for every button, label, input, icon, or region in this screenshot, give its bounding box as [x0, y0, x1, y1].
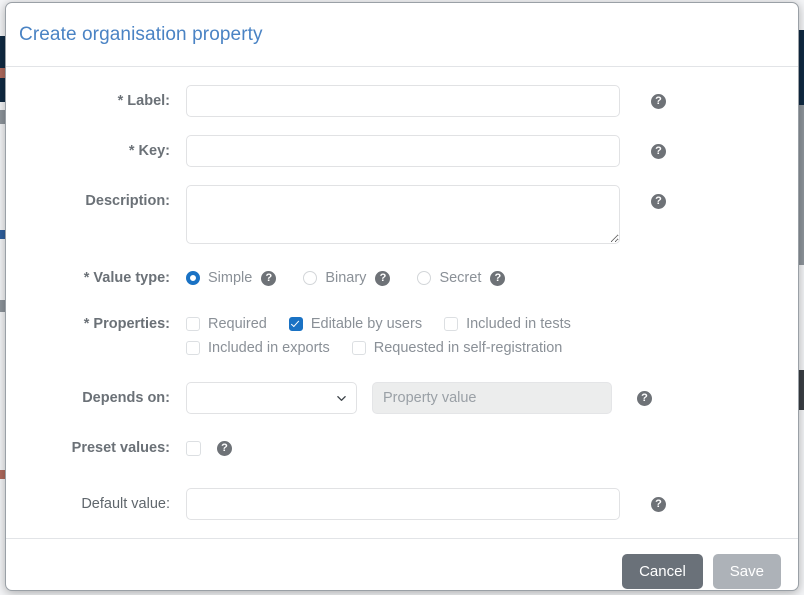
- backdrop-right-dark: [799, 370, 804, 410]
- form-row-default-value: Default value: ?: [6, 488, 798, 520]
- radio-value-type-binary[interactable]: Binary ?: [303, 262, 391, 294]
- preset-values-field-label: Preset values:: [71, 440, 170, 456]
- key-input[interactable]: [186, 135, 620, 167]
- radio-label-secret: Secret: [439, 270, 482, 286]
- checkbox-included-in-exports[interactable]: Included in exports: [186, 340, 330, 356]
- checkbox-label-included-in-exports: Included in exports: [208, 340, 330, 356]
- description-textarea[interactable]: [186, 185, 620, 244]
- properties-field-label: * Properties:: [83, 316, 170, 332]
- form-row-key: * Key: ?: [6, 135, 798, 167]
- create-organisation-property-dialog: Create organisation property * Label: ? …: [5, 2, 799, 591]
- form-row-properties: * Properties: Required Editable by users: [6, 308, 798, 360]
- radio-label-binary: Binary: [325, 270, 367, 286]
- value-type-field-control: Simple ? Binary ? Secret ?: [186, 262, 798, 294]
- checkbox-label-editable-by-users: Editable by users: [310, 316, 423, 332]
- depends-on-field-label: Depends on:: [82, 390, 170, 406]
- label-field-label: * Label:: [117, 93, 170, 109]
- form-row-value-type: * Value type: Simple ? Binary ? Secret ?: [6, 262, 798, 294]
- check-mark-included-in-tests[interactable]: [444, 317, 459, 331]
- help-icon-default-value[interactable]: ?: [651, 497, 666, 512]
- checkbox-requested-in-self-registration[interactable]: Requested in self-registration: [351, 340, 563, 356]
- default-value-field-control: ?: [186, 488, 798, 520]
- help-icon-description[interactable]: ?: [651, 194, 666, 209]
- form-row-description: Description: ?: [6, 185, 798, 244]
- value-type-field-label: * Value type:: [83, 270, 170, 286]
- cancel-button[interactable]: Cancel: [622, 554, 703, 589]
- default-value-input[interactable]: [186, 488, 620, 520]
- properties-checkbox-line-2: Included in exports Requested in self-re…: [186, 336, 593, 360]
- check-mark-preset-values[interactable]: [186, 440, 201, 456]
- description-field-label: Description:: [85, 193, 170, 209]
- checkbox-editable-by-users[interactable]: Editable by users: [288, 316, 423, 332]
- depends-on-select-wrapper: [186, 382, 357, 414]
- help-icon-depends-on[interactable]: ?: [637, 391, 652, 406]
- backdrop-right-gray: [799, 105, 804, 265]
- help-icon-key[interactable]: ?: [651, 144, 666, 159]
- checkbox-label-requested-in-self-registration: Requested in self-registration: [373, 340, 563, 356]
- checkbox-included-in-tests[interactable]: Included in tests: [444, 316, 571, 332]
- check-mark-required[interactable]: [186, 317, 200, 331]
- radio-mark-simple[interactable]: [186, 271, 200, 285]
- radio-mark-secret[interactable]: [417, 271, 432, 285]
- dialog-footer: Cancel Save: [6, 538, 798, 590]
- checkbox-label-included-in-tests: Included in tests: [466, 316, 571, 332]
- dialog-title: Create organisation property: [19, 23, 263, 45]
- preset-values-field-control: ?: [186, 432, 798, 464]
- dialog-body: * Label: ? * Key: ? Description: ? * Val…: [6, 67, 798, 538]
- check-mark-requested-in-self-registration[interactable]: [351, 341, 366, 355]
- help-icon-secret[interactable]: ?: [490, 270, 506, 286]
- form-row-preset-values: Preset values: ?: [6, 432, 798, 464]
- radio-value-type-simple[interactable]: Simple ?: [186, 262, 277, 294]
- value-type-radio-group: Simple ? Binary ? Secret ?: [186, 262, 506, 294]
- key-field-control: ?: [186, 135, 798, 167]
- properties-checkbox-group: Required Editable by users Included in t…: [186, 308, 593, 360]
- label-field-control: ?: [186, 85, 798, 117]
- help-icon-binary[interactable]: ?: [375, 270, 391, 286]
- label-input[interactable]: [186, 85, 620, 117]
- form-row-depends-on: Depends on: ?: [6, 382, 798, 414]
- property-value-input[interactable]: [372, 382, 612, 414]
- checkbox-required[interactable]: Required: [186, 316, 267, 332]
- backdrop-right-navy: [799, 30, 804, 105]
- radio-mark-binary[interactable]: [303, 271, 318, 285]
- default-value-field-label: Default value:: [81, 496, 170, 512]
- checkbox-label-required: Required: [208, 316, 267, 332]
- help-icon-simple[interactable]: ?: [261, 270, 277, 286]
- depends-on-field-control: ?: [186, 382, 798, 414]
- radio-value-type-secret[interactable]: Secret ?: [417, 262, 506, 294]
- radio-label-simple: Simple: [208, 270, 253, 286]
- dialog-header: Create organisation property: [6, 3, 798, 67]
- save-button[interactable]: Save: [712, 554, 781, 589]
- description-field-control: ?: [186, 185, 798, 244]
- properties-checkbox-line-1: Required Editable by users Included in t…: [186, 312, 593, 336]
- help-icon-label[interactable]: ?: [651, 94, 666, 109]
- form-row-label: * Label: ?: [6, 85, 798, 117]
- key-field-label: * Key:: [128, 143, 170, 159]
- check-mark-editable-by-users[interactable]: [288, 317, 303, 331]
- help-icon-preset-values[interactable]: ?: [217, 440, 232, 456]
- check-mark-included-in-exports[interactable]: [186, 341, 200, 355]
- properties-field-control: Required Editable by users Included in t…: [186, 308, 798, 360]
- depends-on-select[interactable]: [186, 382, 357, 414]
